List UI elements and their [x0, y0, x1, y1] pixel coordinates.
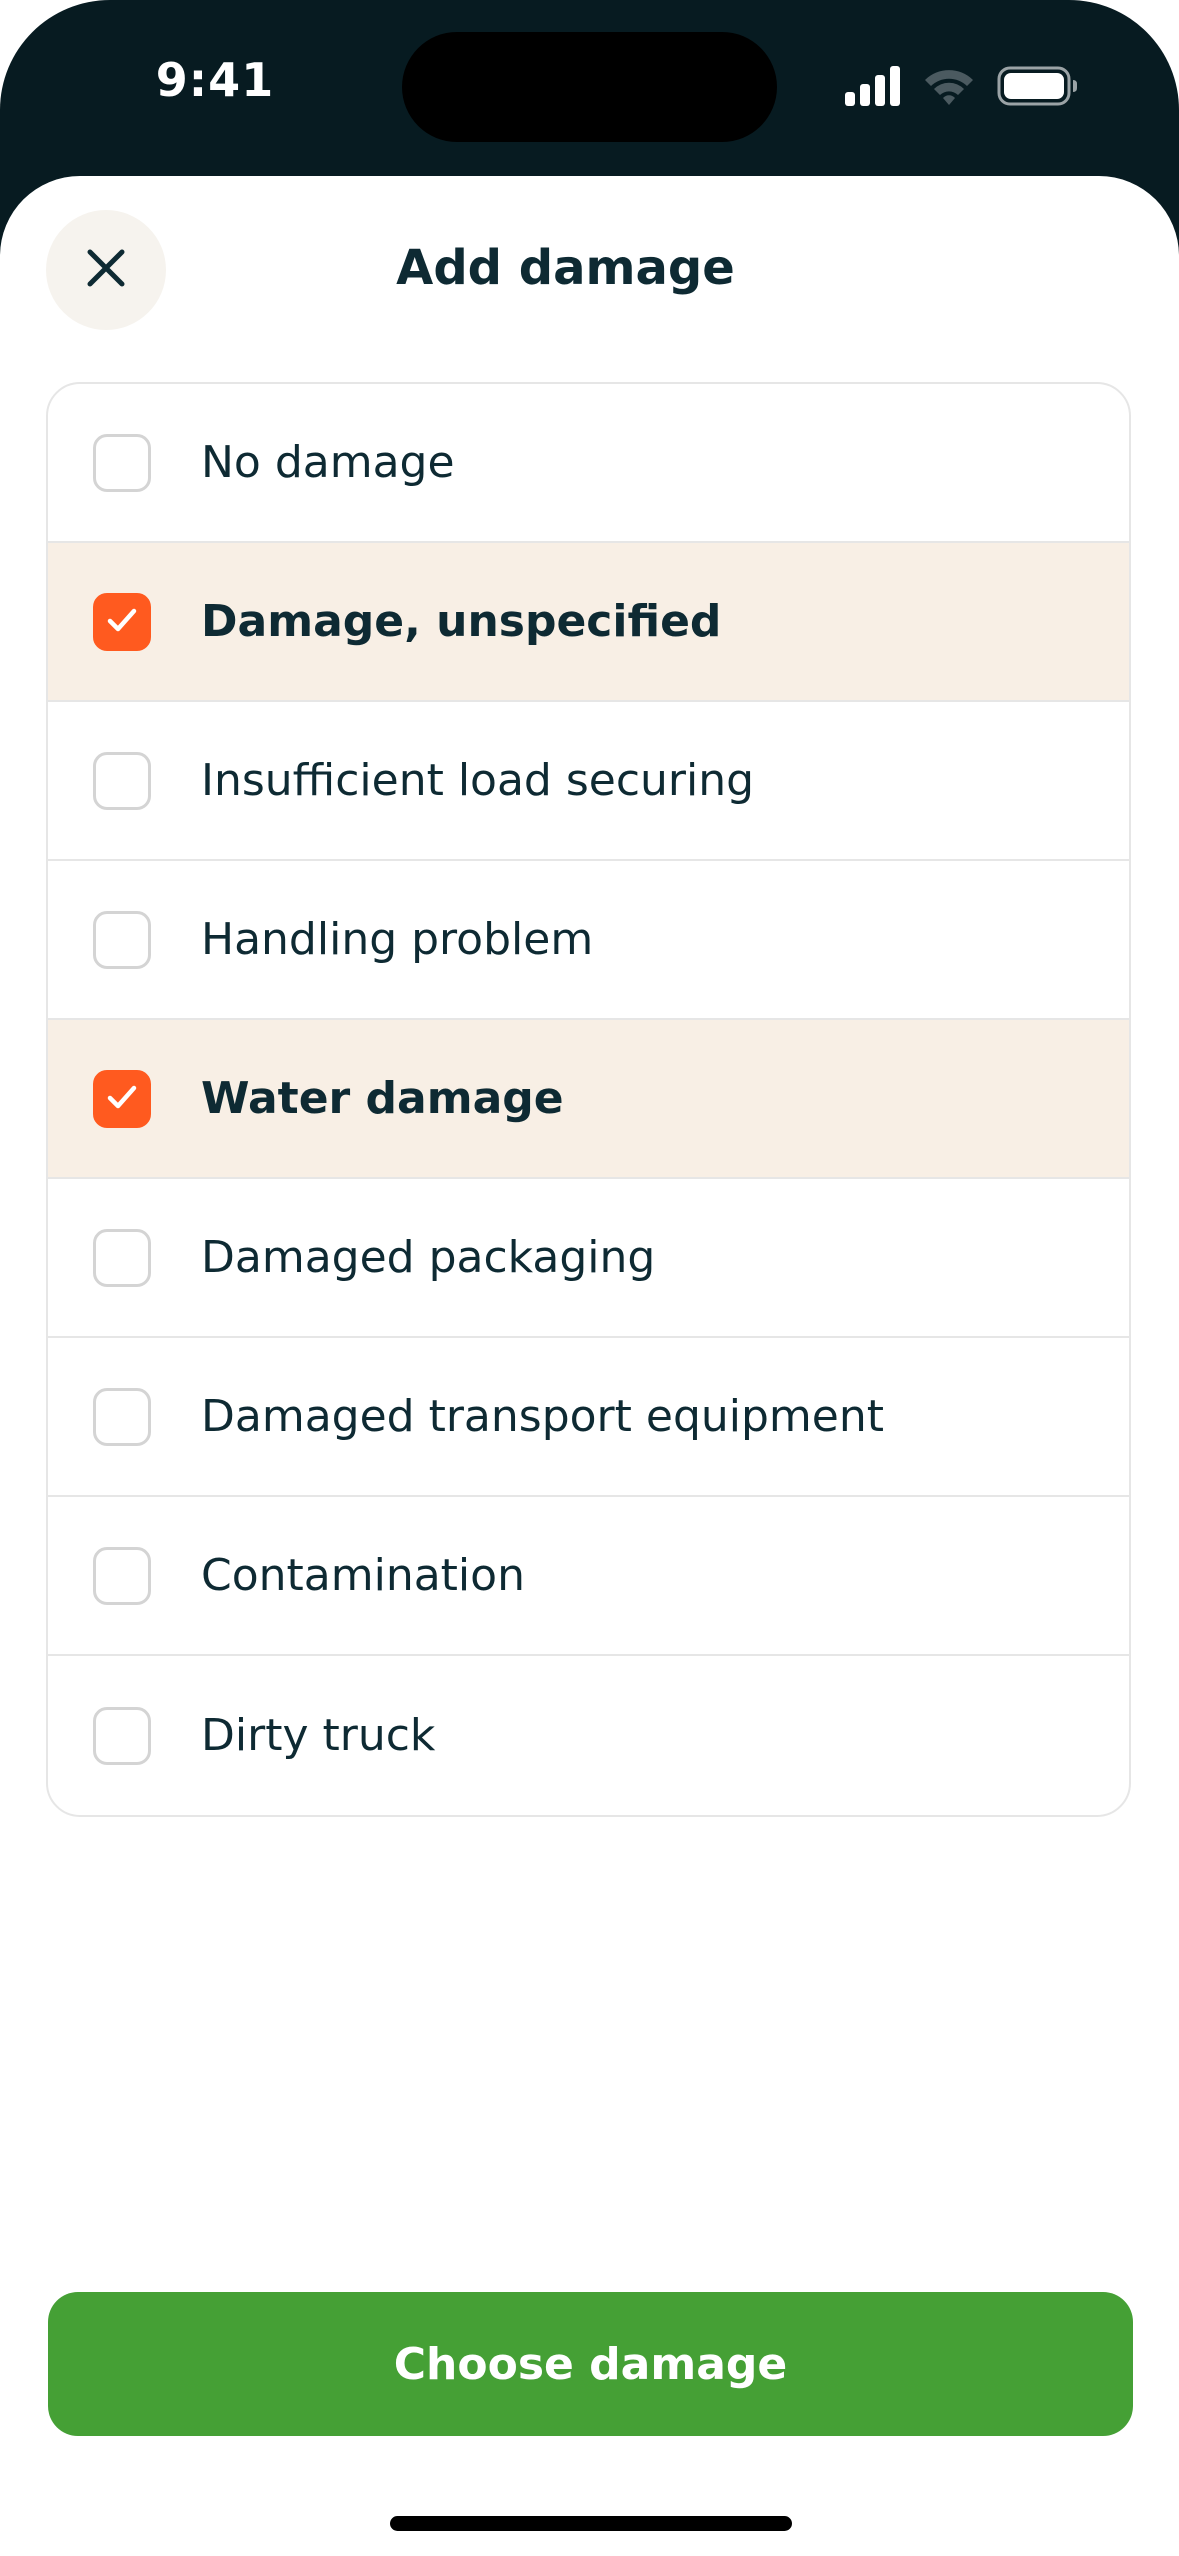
checkbox[interactable] [93, 1228, 151, 1287]
status-icons [845, 66, 1079, 110]
checkbox[interactable] [93, 433, 151, 492]
battery-icon [997, 66, 1079, 110]
damage-option-label: Damaged transport equipment [201, 1391, 884, 1442]
check-icon [102, 600, 142, 644]
status-time: 9:41 [155, 53, 275, 107]
checkbox-checked[interactable] [93, 1069, 151, 1128]
page-title: Add damage [396, 240, 735, 296]
damage-option[interactable]: Damage, unspecified [48, 543, 1129, 702]
check-icon [102, 1077, 142, 1121]
checkbox[interactable] [93, 910, 151, 969]
damage-option[interactable]: Dirty truck [48, 1656, 1129, 1815]
damage-option[interactable]: Insufficient load securing [48, 702, 1129, 861]
choose-damage-button[interactable]: Choose damage [48, 2292, 1133, 2436]
damage-option-label: Water damage [201, 1073, 564, 1124]
cellular-signal-icon [845, 66, 901, 110]
checkbox[interactable] [93, 751, 151, 810]
checkbox[interactable] [93, 1546, 151, 1605]
damage-option-label: Damaged packaging [201, 1232, 656, 1283]
home-indicator [390, 2516, 792, 2531]
damage-option[interactable]: Damaged packaging [48, 1179, 1129, 1338]
damage-option[interactable]: Contamination [48, 1497, 1129, 1656]
damage-option[interactable]: Water damage [48, 1020, 1129, 1179]
damage-option[interactable]: No damage [48, 384, 1129, 543]
phone-screen: 9:41 Add damage No damage Damage, unspec… [0, 0, 1179, 2556]
checkbox[interactable] [93, 1706, 151, 1765]
checkbox-checked[interactable] [93, 592, 151, 651]
add-damage-sheet: Add damage No damage Damage, unspecified I… [0, 176, 1179, 2556]
damage-option-label: Insufficient load securing [201, 755, 755, 806]
damage-option-label: Damage, unspecified [201, 596, 722, 647]
dynamic-island [402, 32, 777, 142]
damage-option-label: Handling problem [201, 914, 594, 965]
damage-option[interactable]: Handling problem [48, 861, 1129, 1020]
damage-options-list: No damage Damage, unspecified Insufficient… [46, 382, 1131, 1817]
damage-option-label: No damage [201, 437, 455, 488]
damage-option-label: Contamination [201, 1550, 525, 1601]
wifi-icon [923, 66, 975, 110]
damage-option[interactable]: Damaged transport equipment [48, 1338, 1129, 1497]
checkbox[interactable] [93, 1387, 151, 1446]
damage-option-label: Dirty truck [201, 1710, 436, 1761]
